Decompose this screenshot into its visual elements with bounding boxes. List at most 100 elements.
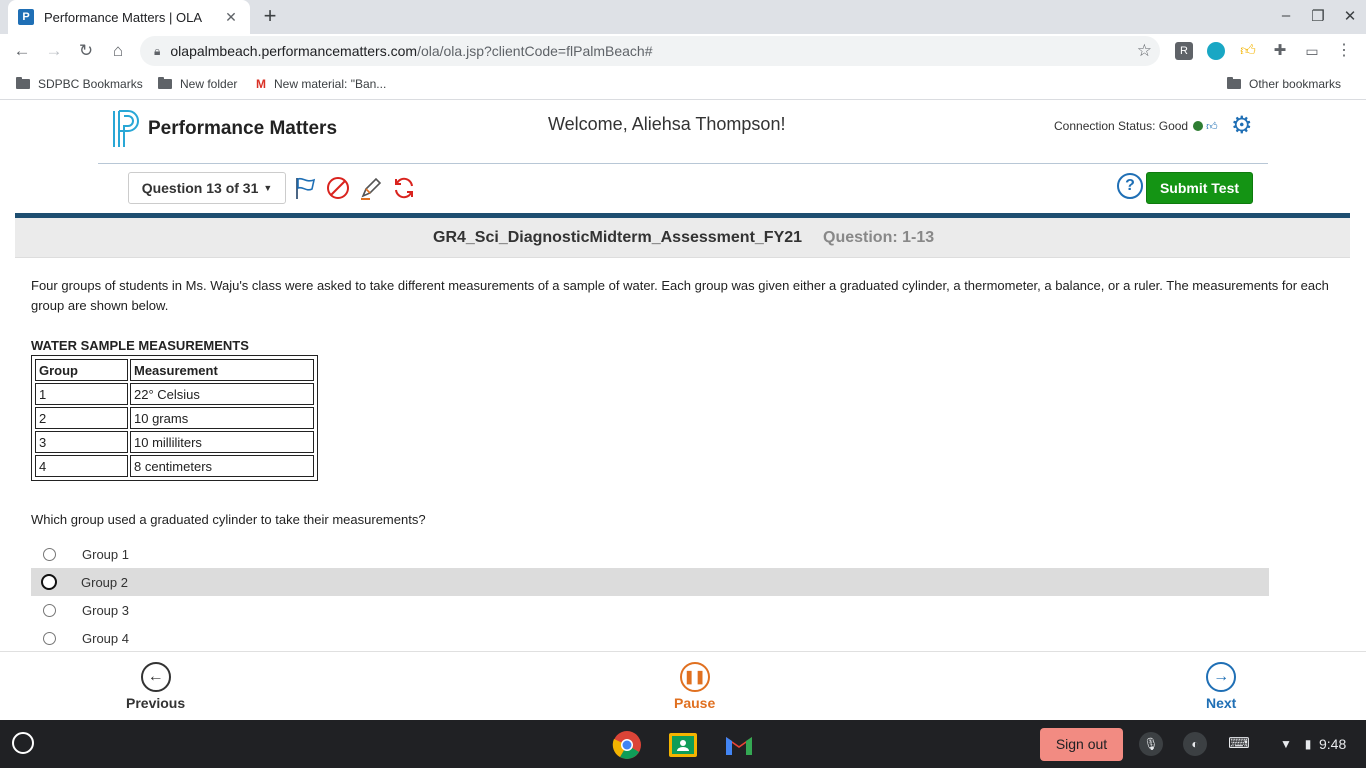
google-classroom-icon[interactable] xyxy=(668,730,698,760)
logo-text: Performance Matters xyxy=(148,118,338,139)
app-header: Performance Matters Welcome, Aliehsa Tho… xyxy=(0,101,1366,209)
pause-icon: ❚❚ xyxy=(679,662,710,692)
cast-icon[interactable]: ▭ xyxy=(1303,42,1321,60)
measurements-table: Group Measurement 1 22° Celsius 2 10 gra… xyxy=(31,355,318,481)
launcher-icon[interactable] xyxy=(12,732,34,754)
browser-tabstrip: P Performance Matters | OLA ✕ + – ❐ ✕ xyxy=(0,0,1366,34)
radio-button[interactable] xyxy=(43,547,56,561)
question-titlebar: GR4_Sci_DiagnosticMidterm_Assessment_FY2… xyxy=(15,218,1350,258)
extension-thumb-icon[interactable]: 👍︎ xyxy=(1239,42,1257,60)
flag-icon[interactable] xyxy=(292,175,318,201)
radio-button[interactable] xyxy=(43,631,56,645)
folder-icon xyxy=(158,77,172,89)
select-to-speak-icon[interactable]: ◐ xyxy=(1183,732,1207,756)
lock-icon: 🔒︎ xyxy=(154,43,161,58)
caret-down-icon: ▼ xyxy=(263,183,273,193)
highlighter-icon[interactable] xyxy=(358,175,384,201)
bookmark-new-folder[interactable]: New folder xyxy=(158,77,237,91)
performance-matters-logo: Performance Matters xyxy=(112,109,337,149)
eliminator-icon[interactable] xyxy=(325,175,351,201)
status-dot-icon xyxy=(1193,121,1204,131)
bookmarks-folder-icon xyxy=(16,77,30,89)
tab-title: Performance Matters | OLA xyxy=(44,9,202,25)
table-cell: 10 milliliters xyxy=(130,431,314,453)
address-bar[interactable]: 🔒︎ olapalmbeach.performancematters.com /… xyxy=(140,36,1160,66)
extension-hex-icon[interactable] xyxy=(1207,42,1225,60)
answer-choice-group-1[interactable]: Group 1 xyxy=(31,540,1269,568)
thumbs-up-icon: 👍︎ xyxy=(1206,120,1218,133)
gear-icon[interactable]: ⚙ xyxy=(1231,111,1253,140)
answer-choice-group-3[interactable]: Group 3 xyxy=(31,596,1269,624)
logo-mark-icon xyxy=(113,110,139,147)
bookmark-sdpbc[interactable]: SDPBC Bookmarks xyxy=(16,77,143,91)
os-taskbar: Sign out 🎙︎ ◐ ⌨ ▼ ▮ 9:48 xyxy=(0,720,1366,768)
wifi-icon[interactable]: ▼ xyxy=(1274,732,1298,756)
microphone-icon[interactable]: 🎙︎ xyxy=(1139,732,1163,756)
question-panel: GR4_Sci_DiagnosticMidterm_Assessment_FY2… xyxy=(15,213,1350,651)
forward-icon[interactable]: → xyxy=(42,40,66,62)
table-row: 3 10 milliliters xyxy=(35,431,314,453)
new-tab-icon[interactable]: + xyxy=(258,5,282,29)
radio-button-selected[interactable] xyxy=(41,574,57,590)
bookmark-star-icon[interactable]: ☆ xyxy=(1137,41,1152,61)
table-header: Group xyxy=(35,359,128,381)
help-icon[interactable]: ? xyxy=(1117,173,1143,199)
submit-test-button[interactable]: Submit Test xyxy=(1146,172,1253,204)
radio-button[interactable] xyxy=(43,603,56,617)
browser-menu-icon[interactable]: ⋮ xyxy=(1335,42,1353,60)
table-cell: 1 xyxy=(35,383,128,405)
welcome-message: Welcome, Aliehsa Thompson! xyxy=(548,114,786,134)
sign-out-button[interactable]: Sign out xyxy=(1040,728,1123,761)
choice-label: Group 1 xyxy=(82,546,129,562)
answer-choice-group-2[interactable]: Group 2 xyxy=(31,568,1269,596)
bookmarks-bar: SDPBC Bookmarks New folder M New materia… xyxy=(0,68,1366,100)
table-cell: 22° Celsius xyxy=(130,383,314,405)
restore-icon[interactable]: ❐ xyxy=(1308,7,1328,25)
previous-button[interactable]: ← Previous xyxy=(126,662,185,711)
url-path: /ola/ola.jsp?clientCode=flPalmBeach# xyxy=(417,43,653,59)
choice-label: Group 3 xyxy=(82,602,129,618)
pause-label: Pause xyxy=(674,695,716,711)
table-header: Measurement xyxy=(130,359,314,381)
next-label: Next xyxy=(1206,695,1237,711)
close-tab-icon[interactable]: ✕ xyxy=(222,9,240,26)
home-icon[interactable]: ⌂ xyxy=(106,40,130,62)
reload-icon[interactable]: ↻ xyxy=(74,40,98,62)
back-icon[interactable]: ← xyxy=(10,40,34,62)
gmail-app-icon[interactable] xyxy=(724,730,754,760)
pause-button[interactable]: ❚❚ Pause xyxy=(674,662,715,711)
bookmark-label: New material: "Ban... xyxy=(274,77,387,91)
choice-label: Group 4 xyxy=(82,630,129,646)
test-name: GR4_Sci_DiagnosticMidterm_Assessment_FY2… xyxy=(433,229,803,246)
bookmark-label: Other bookmarks xyxy=(1249,77,1342,91)
table-cell: 3 xyxy=(35,431,128,453)
keyboard-icon[interactable]: ⌨ xyxy=(1227,732,1251,756)
chrome-icon[interactable] xyxy=(612,730,642,760)
next-button[interactable]: → Next xyxy=(1206,662,1236,711)
reset-icon[interactable] xyxy=(391,175,417,201)
bookmark-other[interactable]: Other bookmarks xyxy=(1227,77,1341,91)
close-window-icon[interactable]: ✕ xyxy=(1340,7,1360,25)
table-cell: 2 xyxy=(35,407,128,429)
arrow-left-icon: ← xyxy=(140,662,171,692)
minimize-icon[interactable]: – xyxy=(1276,7,1296,24)
question-selector[interactable]: Question 13 of 31 ▼ xyxy=(128,172,286,204)
browser-toolbar: ← → ↻ ⌂ 🔒︎ olapalmbeach.performancematte… xyxy=(0,34,1366,68)
question-prompt: Which group used a graduated cylinder to… xyxy=(31,512,426,527)
choice-label: Group 2 xyxy=(81,574,128,590)
gmail-icon: M xyxy=(256,77,266,91)
bookmark-new-material[interactable]: M New material: "Ban... xyxy=(256,77,386,91)
clock[interactable]: 9:48 xyxy=(1319,736,1346,752)
table-header-row: Group Measurement xyxy=(35,359,314,381)
table-cell: 8 centimeters xyxy=(130,455,314,477)
extensions-puzzle-icon[interactable]: ✚ xyxy=(1271,42,1289,60)
browser-tab[interactable]: P Performance Matters | OLA ✕ xyxy=(8,0,250,34)
folder-icon xyxy=(1227,77,1241,89)
answer-choice-group-4[interactable]: Group 4 xyxy=(31,624,1269,652)
extension-r-icon[interactable]: R xyxy=(1175,42,1193,60)
question-selector-label: Question 13 of 31 xyxy=(141,180,259,196)
table-row: 4 8 centimeters xyxy=(35,455,314,477)
battery-icon[interactable]: ▮ xyxy=(1296,732,1320,756)
table-row: 2 10 grams xyxy=(35,407,314,429)
header-divider xyxy=(98,163,1268,164)
